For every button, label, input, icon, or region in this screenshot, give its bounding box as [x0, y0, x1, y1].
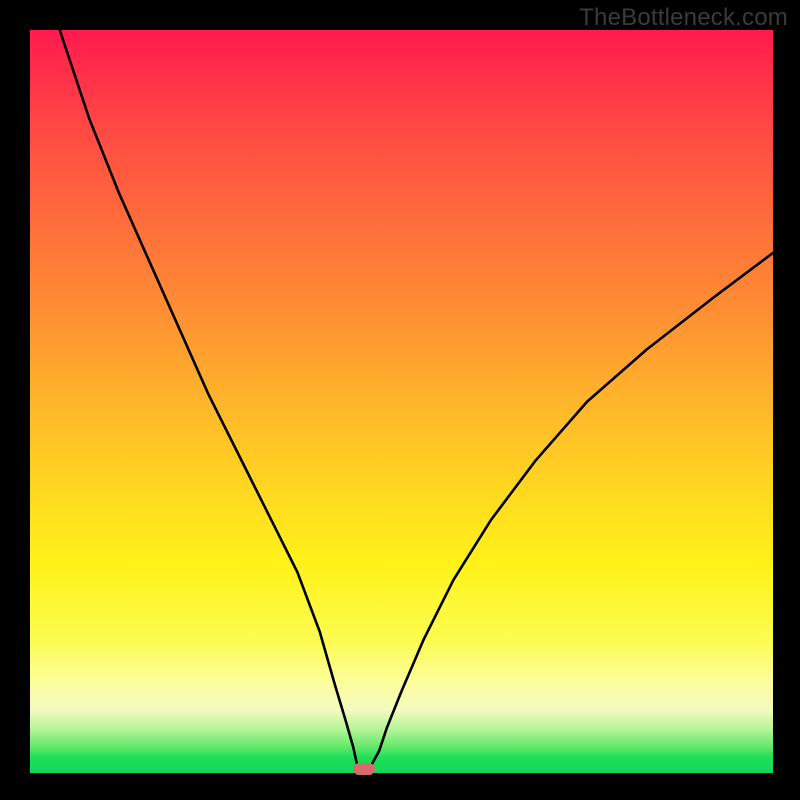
bottleneck-curve-path: [60, 30, 773, 769]
chart-frame: TheBottleneck.com: [0, 0, 800, 800]
plot-area: [30, 30, 773, 773]
watermark-text: TheBottleneck.com: [579, 4, 788, 32]
bottleneck-marker: [353, 763, 375, 775]
curve-svg: [30, 30, 773, 773]
